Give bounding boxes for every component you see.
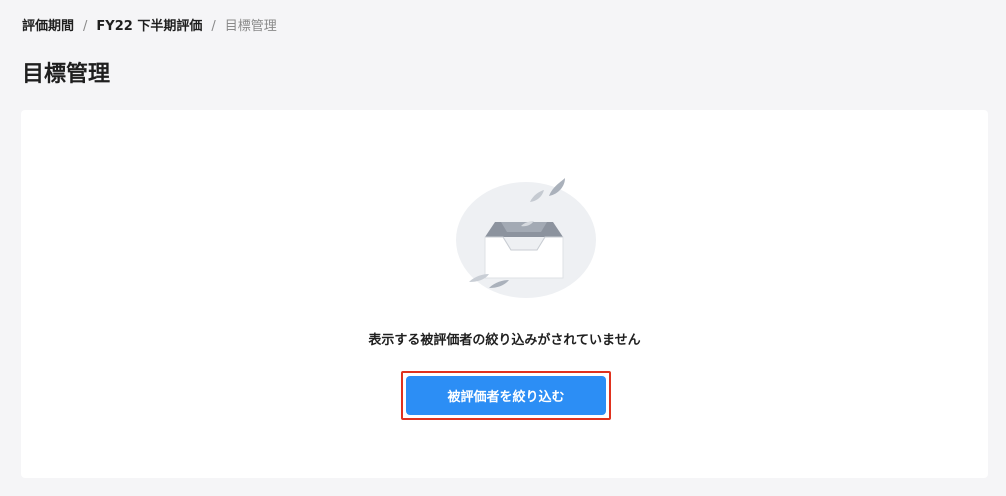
- breadcrumb-current: 目標管理: [224, 19, 277, 34]
- breadcrumb-separator: /: [211, 19, 216, 34]
- button-highlight-frame: 被評価者を絞り込む: [401, 371, 611, 420]
- empty-inbox-icon: [441, 170, 601, 300]
- breadcrumb-fy22-second-half[interactable]: FY22 下半期評価: [96, 18, 202, 36]
- breadcrumb-separator: /: [83, 19, 88, 34]
- empty-state-panel: 表示する被評価者の絞り込みがされていません 被評価者を絞り込む: [21, 110, 988, 478]
- breadcrumb-evaluation-period[interactable]: 評価期間: [22, 18, 74, 36]
- filter-evaluatees-button[interactable]: 被評価者を絞り込む: [406, 376, 606, 415]
- page-title: 目標管理: [22, 62, 111, 87]
- empty-state-message: 表示する被評価者の絞り込みがされていません: [368, 333, 641, 348]
- breadcrumb: 評価期間 / FY22 下半期評価 / 目標管理: [22, 18, 277, 36]
